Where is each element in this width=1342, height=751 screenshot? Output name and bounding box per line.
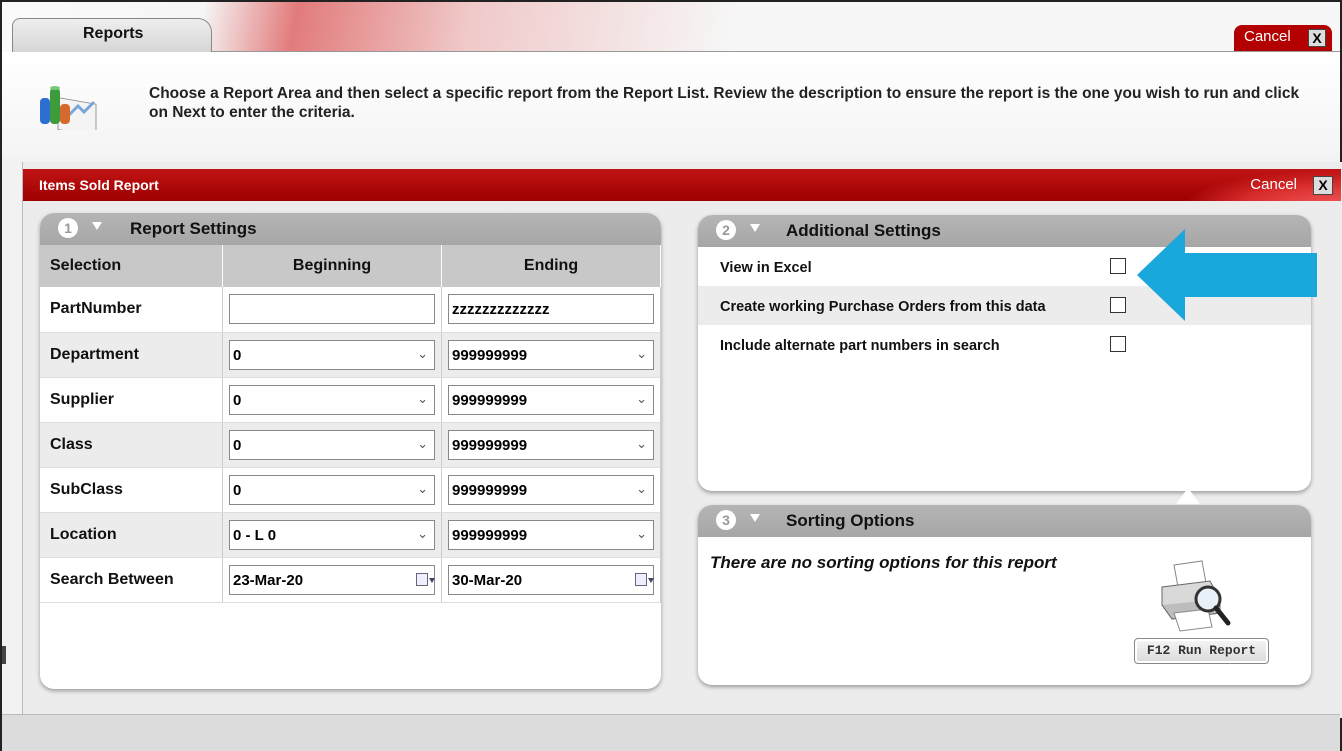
create-po-checkbox[interactable] bbox=[1110, 297, 1126, 313]
panel-title: Additional Settings bbox=[786, 221, 941, 240]
step-number: 1 bbox=[58, 218, 78, 238]
callout-pointer bbox=[1176, 488, 1200, 504]
chevron-down-icon[interactable]: ⌄ bbox=[636, 481, 647, 497]
chevron-down-icon[interactable]: ⌄ bbox=[417, 346, 428, 362]
collapse-arrow-icon[interactable] bbox=[750, 514, 760, 522]
table-row: Search Between 23-Mar-20 30-Mar-20 bbox=[40, 557, 661, 603]
step-number: 2 bbox=[716, 220, 736, 240]
alternate-part-numbers-checkbox[interactable] bbox=[1110, 336, 1126, 352]
department-begin-select[interactable]: 0 ⌄ bbox=[229, 339, 435, 370]
option-row: Include alternate part numbers in search bbox=[698, 325, 1311, 364]
supplier-end-select[interactable]: 999999999 ⌄ bbox=[448, 384, 654, 415]
view-in-excel-checkbox[interactable] bbox=[1110, 258, 1126, 274]
panel-title: Sorting Options bbox=[786, 511, 915, 530]
settings-table: Selection Beginning Ending PartNumber zz… bbox=[40, 245, 661, 603]
class-begin-select[interactable]: 0 ⌄ bbox=[229, 429, 435, 460]
top-cancel-label: Cancel bbox=[1244, 28, 1291, 45]
row-label: Class bbox=[40, 422, 223, 468]
run-report-button[interactable]: F12 Run Report bbox=[1134, 638, 1269, 664]
option-label: Create working Purchase Orders from this… bbox=[720, 299, 1046, 315]
chevron-down-icon[interactable]: ⌄ bbox=[417, 526, 428, 542]
report-settings-panel: 1 Report Settings Selection Beginning En… bbox=[40, 213, 661, 689]
dialog-cancel-button[interactable]: Cancel bbox=[1250, 176, 1297, 193]
department-end-select[interactable]: 999999999 ⌄ bbox=[448, 339, 654, 370]
row-label: SubClass bbox=[40, 467, 223, 513]
chevron-down-icon[interactable]: ⌄ bbox=[636, 526, 647, 542]
option-label: Include alternate part numbers in search bbox=[720, 338, 1000, 354]
sorting-options-panel: 3 Sorting Options There are no sorting o… bbox=[698, 505, 1311, 685]
date-begin-picker[interactable]: 23-Mar-20 bbox=[229, 564, 435, 595]
chevron-down-icon[interactable]: ⌄ bbox=[417, 436, 428, 452]
date-end-picker[interactable]: 30-Mar-20 bbox=[448, 564, 654, 595]
top-cancel-button[interactable]: Cancel X bbox=[1234, 25, 1332, 51]
panel-title: Report Settings bbox=[130, 219, 257, 238]
tab-reports-label: Reports bbox=[83, 25, 144, 42]
option-label: View in Excel bbox=[720, 260, 812, 276]
supplier-begin-select[interactable]: 0 ⌄ bbox=[229, 384, 435, 415]
report-settings-header[interactable]: 1 Report Settings bbox=[40, 213, 661, 245]
row-label: Department bbox=[40, 332, 223, 378]
table-row: SubClass 0 ⌄ 999999999 ⌄ bbox=[40, 467, 661, 513]
no-sorting-message: There are no sorting options for this re… bbox=[710, 553, 1057, 572]
chevron-down-icon[interactable]: ⌄ bbox=[636, 436, 647, 452]
collapse-arrow-icon[interactable] bbox=[92, 222, 102, 230]
location-end-select[interactable]: 999999999 ⌄ bbox=[448, 519, 654, 550]
location-begin-select[interactable]: 0 - L 0 ⌄ bbox=[229, 519, 435, 550]
instruction-header: Choose a Report Area and then select a s… bbox=[2, 52, 1340, 157]
table-row: PartNumber zzzzzzzzzzzzz bbox=[40, 287, 661, 333]
dialog-titlebar: Items Sold Report Cancel X bbox=[23, 169, 1341, 201]
collapse-arrow-icon[interactable] bbox=[750, 224, 760, 232]
row-label: PartNumber bbox=[40, 287, 223, 333]
row-label: Supplier bbox=[40, 377, 223, 423]
row-label: Location bbox=[40, 512, 223, 558]
tab-reports[interactable]: Reports bbox=[12, 18, 212, 52]
table-row: Class 0 ⌄ 999999999 ⌄ bbox=[40, 422, 661, 468]
chevron-down-icon[interactable]: ⌄ bbox=[636, 391, 647, 407]
calendar-icon[interactable] bbox=[416, 572, 435, 586]
instruction-text: Choose a Report Area and then select a s… bbox=[149, 85, 1300, 121]
chevron-down-icon[interactable]: ⌄ bbox=[417, 391, 428, 407]
step-number: 3 bbox=[716, 510, 736, 530]
row-label: Search Between bbox=[40, 557, 223, 603]
table-header-row: Selection Beginning Ending bbox=[40, 245, 661, 287]
calendar-icon[interactable] bbox=[635, 572, 654, 586]
table-row: Department 0 ⌄ 999999999 ⌄ bbox=[40, 332, 661, 378]
partnumber-end-input[interactable]: zzzzzzzzzzzzz bbox=[448, 294, 654, 325]
dialog-close-icon[interactable]: X bbox=[1313, 176, 1333, 195]
class-end-select[interactable]: 999999999 ⌄ bbox=[448, 429, 654, 460]
sorting-options-header[interactable]: 3 Sorting Options bbox=[698, 505, 1311, 537]
column-header: Selection bbox=[40, 245, 223, 287]
report-chart-icon bbox=[40, 86, 97, 130]
close-icon[interactable]: X bbox=[1308, 29, 1326, 47]
column-header: Beginning bbox=[222, 245, 442, 287]
chevron-down-icon[interactable]: ⌄ bbox=[417, 481, 428, 497]
partnumber-begin-input[interactable] bbox=[229, 294, 435, 325]
subclass-end-select[interactable]: 999999999 ⌄ bbox=[448, 474, 654, 505]
bottom-band bbox=[2, 714, 1340, 751]
annotation-arrow-icon bbox=[1137, 229, 1317, 321]
table-row: Supplier 0 ⌄ 999999999 ⌄ bbox=[40, 377, 661, 423]
column-header: Ending bbox=[441, 245, 661, 287]
printer-magnifier-icon[interactable] bbox=[1154, 555, 1234, 635]
chevron-down-icon[interactable]: ⌄ bbox=[636, 346, 647, 362]
subclass-begin-select[interactable]: 0 ⌄ bbox=[229, 474, 435, 505]
table-row: Location 0 - L 0 ⌄ 999999999 ⌄ bbox=[40, 512, 661, 558]
dialog-title: Items Sold Report bbox=[39, 177, 159, 193]
